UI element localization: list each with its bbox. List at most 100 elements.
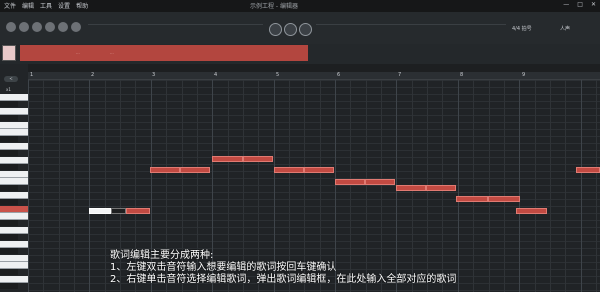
save-icon[interactable] [32, 22, 42, 32]
measure-label: 5 [276, 72, 280, 78]
piano-key[interactable] [0, 227, 28, 234]
piano-key[interactable] [0, 178, 28, 185]
grid-row-line [28, 220, 600, 221]
caption-line-3: 2、右键单击音符选择编辑歌词，弹出歌词编辑框，在此处输入全部对应的歌词 [110, 274, 457, 285]
menu-help[interactable]: 帮助 [76, 1, 88, 10]
note-block[interactable] [426, 185, 456, 191]
piano-key[interactable] [0, 136, 18, 142]
measure-label: 3 [152, 72, 156, 78]
note-block[interactable] [365, 179, 395, 185]
note-block[interactable] [304, 167, 334, 173]
grid-row-line [28, 227, 600, 228]
caption-line-1: 歌词编辑主要分成两种: [110, 250, 214, 261]
grid-row-line [28, 192, 600, 193]
new-icon[interactable] [6, 22, 16, 32]
grid-beat-line [565, 80, 566, 292]
piano-key[interactable] [0, 185, 18, 191]
grid-row-line [28, 87, 600, 88]
grid-row-line [28, 101, 600, 102]
caption-line-2: 1、左键双击音符输入想要编辑的歌词按回车键确认 [110, 262, 337, 273]
minimize-button[interactable]: — [563, 1, 569, 8]
tutorial-caption: 歌词编辑主要分成两种: 1、左键双击音符输入想要编辑的歌词按回车键确认 2、右键… [110, 250, 456, 286]
rewind-button[interactable] [269, 23, 282, 36]
note-block[interactable] [516, 208, 547, 214]
note-block[interactable] [89, 208, 111, 214]
piano-key[interactable] [0, 171, 28, 178]
piano-key[interactable] [0, 122, 28, 129]
voice-mode-select[interactable]: 人声 [560, 25, 570, 32]
grid-row-line [28, 164, 600, 165]
note-block[interactable] [274, 167, 304, 173]
measure-ruler[interactable]: 1 2 3 4 5 6 7 8 9 [28, 72, 600, 80]
redo-icon[interactable] [58, 22, 68, 32]
thumbnail-label-mid: ... [110, 50, 114, 55]
piano-key[interactable] [0, 206, 28, 213]
piano-key[interactable] [0, 255, 28, 262]
note-block[interactable] [243, 156, 273, 162]
track-thumbnail[interactable]: ... ... [20, 45, 308, 61]
note-block[interactable] [576, 167, 600, 173]
piano-key[interactable] [0, 262, 28, 269]
note-block[interactable] [111, 208, 126, 214]
grid-row-line [28, 185, 600, 186]
title-bar: 文件 编辑 工具 设置 帮助 示例工程 - 编辑器 — □ ✕ [0, 0, 600, 12]
grid-row-line [28, 157, 600, 158]
menu-settings[interactable]: 设置 [58, 1, 70, 10]
piano-key[interactable] [0, 129, 28, 136]
grid-row-line [28, 143, 600, 144]
piano-key[interactable] [0, 157, 28, 164]
close-button[interactable]: ✕ [591, 1, 596, 8]
note-block[interactable] [335, 179, 365, 185]
menu-edit[interactable]: 编辑 [22, 1, 34, 10]
grid-beat-line [43, 80, 44, 292]
piano-key[interactable] [0, 220, 18, 226]
undo-icon[interactable] [45, 22, 55, 32]
grid-beat-line [458, 80, 459, 292]
menu-tools[interactable]: 工具 [40, 1, 52, 10]
maximize-button[interactable]: □ [577, 1, 583, 8]
grid-row-line [28, 129, 600, 130]
piano-key[interactable] [0, 276, 28, 283]
piano-key[interactable] [0, 101, 18, 107]
note-block[interactable] [126, 208, 150, 214]
open-icon[interactable] [19, 22, 29, 32]
piano-key[interactable] [0, 115, 18, 121]
piano-key[interactable] [0, 241, 28, 248]
play-button[interactable] [284, 23, 297, 36]
grid-beat-line [504, 80, 505, 292]
grid-row-line [28, 150, 600, 151]
grid-beat-line [489, 80, 490, 292]
note-block[interactable] [456, 196, 488, 202]
piano-key[interactable] [0, 199, 18, 205]
measure-label: 4 [214, 72, 218, 78]
piano-key[interactable] [0, 143, 28, 150]
piano-key[interactable] [0, 94, 28, 101]
note-block[interactable] [150, 167, 180, 173]
toolbar-divider-right [316, 24, 506, 25]
note-block[interactable] [396, 185, 426, 191]
piano-keyboard[interactable] [0, 94, 28, 292]
piano-key[interactable] [0, 164, 18, 170]
menu-file[interactable]: 文件 [4, 1, 16, 10]
piano-key[interactable] [0, 150, 18, 156]
note-block[interactable] [180, 167, 210, 173]
collapse-button[interactable]: < [4, 76, 18, 82]
grid-row-line [28, 241, 600, 242]
piano-key[interactable] [0, 269, 18, 275]
piano-key[interactable] [0, 213, 28, 220]
note-block[interactable] [212, 156, 243, 162]
piano-key[interactable] [0, 248, 18, 254]
singer-avatar[interactable] [2, 45, 16, 61]
settings-icon[interactable] [71, 22, 81, 32]
piano-key[interactable] [0, 192, 28, 199]
grid-row-line [28, 206, 600, 207]
note-block[interactable] [488, 196, 520, 202]
stop-button[interactable] [299, 23, 312, 36]
time-signature-select[interactable]: 4/4 拍号 [512, 25, 532, 32]
piano-key[interactable] [0, 234, 18, 240]
piano-key[interactable] [0, 283, 18, 289]
piano-key[interactable] [0, 108, 28, 115]
grid-beat-line [535, 80, 536, 292]
grid-row-line [28, 94, 600, 95]
grid-beat-line [105, 80, 106, 292]
